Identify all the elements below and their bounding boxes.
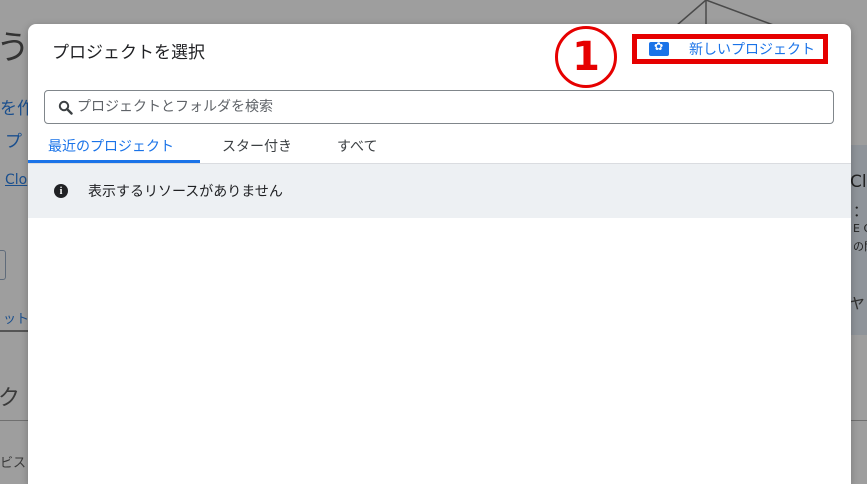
info-icon: i [54, 184, 68, 198]
tab-starred[interactable]: スター付き [222, 136, 292, 156]
empty-state-message: 表示するリソースがありません [88, 184, 283, 200]
bg-text-fragment: Clo [850, 172, 867, 192]
bg-link-fragment: プ [5, 132, 22, 152]
dialog-title: プロジェクトを選択 [52, 43, 205, 63]
bg-heading-fragment: ク [0, 386, 21, 411]
bg-text-fragment: の閉 [853, 240, 867, 253]
empty-state-banner: i 表示するリソースがありません [28, 164, 851, 218]
bg-link-fragment: ット [3, 312, 30, 327]
bg-divider [0, 420, 28, 421]
bg-text-fragment: E G [853, 222, 867, 235]
folder-gear-icon [649, 40, 669, 56]
select-project-dialog: プロジェクトを選択 新しいプロジェクト 最近のプロジェクト スター付き すべて … [28, 24, 851, 484]
bg-divider [851, 420, 867, 421]
search-field[interactable] [44, 90, 834, 124]
active-tab-indicator [28, 160, 200, 163]
bg-button-fragment [0, 250, 6, 280]
step-number: 1 [572, 34, 600, 80]
step-number-badge: 1 [555, 26, 617, 88]
bg-text-fragment: ：詰 [853, 202, 867, 220]
bg-link-fragment: Clo [5, 172, 28, 188]
new-project-label: 新しいプロジェクト [689, 42, 815, 58]
new-project-button[interactable]: 新しいプロジェクト [632, 34, 828, 64]
bg-underline [0, 330, 28, 332]
tab-all[interactable]: すべて [337, 136, 377, 156]
tab-recent-projects[interactable]: 最近のプロジェクト [48, 136, 174, 156]
tab-bar: 最近のプロジェクト スター付き すべて [28, 132, 851, 164]
search-input[interactable] [75, 98, 779, 116]
bg-text-fragment: ビス [0, 456, 27, 471]
bg-diagram-lines [675, 0, 777, 26]
search-icon [58, 100, 73, 115]
